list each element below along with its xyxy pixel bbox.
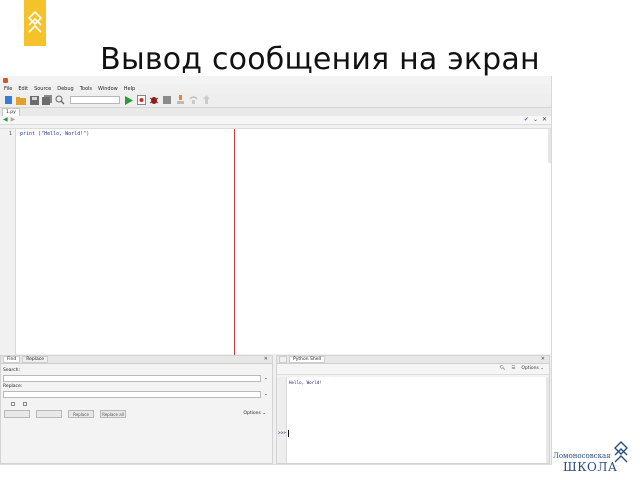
- window-titlebar: [0, 76, 551, 84]
- editor-tab[interactable]: 1.py: [2, 108, 20, 116]
- open-folder-icon[interactable]: [16, 95, 26, 105]
- shell-options-link[interactable]: Options ⌄: [521, 366, 544, 371]
- shell-controls: 🔍︎ ☰ Options ⌄: [500, 366, 544, 371]
- menu-help[interactable]: Help: [124, 86, 135, 92]
- edge-margin-line: [234, 129, 235, 355]
- step-out-icon[interactable]: [201, 95, 211, 105]
- editor-scrollbar[interactable]: [548, 129, 551, 163]
- menu-file[interactable]: File: [4, 86, 12, 92]
- corner-logo: [24, 0, 46, 46]
- replace-dropdown-icon[interactable]: ⌄: [264, 392, 268, 397]
- tab-console-left[interactable]: [279, 356, 287, 363]
- menu-window[interactable]: Window: [98, 86, 118, 92]
- app-icon: [3, 77, 8, 83]
- line-number-gutter: 1: [0, 129, 16, 355]
- console-output: Hello, World!: [289, 380, 322, 386]
- slide-title: Вывод сообщения на экран: [100, 42, 540, 77]
- forward-arrow-icon[interactable]: ▶: [11, 117, 16, 123]
- dropdown-chevron-icon[interactable]: ⌄: [533, 117, 538, 123]
- find-buttons: Replace Replace all Options ⌄: [1, 410, 272, 419]
- close-editor-icon[interactable]: ✕: [542, 117, 547, 123]
- find-previous-button[interactable]: [36, 410, 62, 418]
- tab-find[interactable]: Find: [3, 356, 21, 363]
- shell-options-label: Options: [521, 366, 539, 371]
- python-shell-console[interactable]: Hello, World! >>>: [277, 377, 549, 463]
- search-label: Search:: [3, 367, 20, 373]
- slide: Вывод сообщения на экран File Edit Sourc…: [0, 0, 640, 480]
- toolbar-search-input[interactable]: [70, 96, 120, 104]
- pin-icon[interactable]: ✔: [524, 117, 529, 123]
- save-icon[interactable]: [29, 95, 39, 105]
- option-checkbox[interactable]: [11, 402, 15, 406]
- replace-row: Replace:: [1, 382, 272, 390]
- find-pane-tabs: Find Replace ✕: [1, 356, 272, 364]
- shell-toolbar: 🔍︎ ☰ Options ⌄: [277, 364, 549, 375]
- editor-nav-row: ◀ ▶ ✔ ⌄ ✕: [0, 116, 551, 125]
- menu-tools[interactable]: Tools: [80, 86, 92, 92]
- run-file-icon[interactable]: [136, 95, 146, 105]
- search-row: Search:: [1, 366, 272, 374]
- ide-window: File Edit Source Debug Tools Window Help: [0, 76, 552, 464]
- shell-pane-tabs: Python Shell ✕: [277, 356, 549, 364]
- console-line: Hello, World!: [289, 380, 322, 385]
- console-scrollbar[interactable]: [546, 377, 549, 463]
- menu-edit[interactable]: Edit: [18, 86, 28, 92]
- find-icon[interactable]: [55, 95, 65, 105]
- school-emblem-icon: [27, 10, 43, 33]
- option-checkbox[interactable]: [23, 402, 27, 406]
- toolbar: [0, 93, 551, 108]
- search-options: [1, 400, 272, 408]
- find-options-label: Options: [243, 411, 261, 416]
- debug-bug-icon[interactable]: [149, 95, 159, 105]
- step-over-icon[interactable]: [188, 95, 198, 105]
- search-dropdown-icon[interactable]: ⌄: [264, 376, 268, 381]
- shell-pane: Python Shell ✕ 🔍︎ ☰ Options ⌄ Hello, Wor…: [276, 355, 550, 464]
- bottom-panels: Find Replace ✕ Search: ⌄ Replace: ⌄ Repl…: [0, 355, 551, 464]
- shell-list-icon[interactable]: ☰: [511, 366, 515, 371]
- brand-logo: Ломоносовская ШКОЛА: [553, 440, 631, 474]
- step-into-icon[interactable]: [175, 95, 185, 105]
- shell-search-icon[interactable]: 🔍︎: [500, 366, 506, 371]
- replace-field-row: ⌄: [1, 390, 272, 398]
- text-cursor: [288, 430, 289, 437]
- replace-button[interactable]: Replace: [68, 410, 94, 418]
- brand-name-top: Ломоносовская: [553, 452, 611, 460]
- code-editor[interactable]: 1 print ("Hello, World!"): [0, 128, 551, 355]
- shell-prompt: >>>: [278, 431, 287, 436]
- search-field-row: ⌄: [1, 374, 272, 382]
- menu-debug[interactable]: Debug: [57, 86, 73, 92]
- replace-input[interactable]: [3, 390, 261, 398]
- find-replace-pane: Find Replace ✕ Search: ⌄ Replace: ⌄ Repl…: [0, 355, 273, 464]
- menubar: File Edit Source Debug Tools Window Help: [0, 84, 551, 93]
- run-icon[interactable]: [123, 95, 133, 105]
- stop-icon[interactable]: [162, 95, 172, 105]
- shell-pane-close-icon[interactable]: ✕: [541, 356, 545, 362]
- tab-python-shell[interactable]: Python Shell: [289, 356, 326, 363]
- code-line[interactable]: print ("Hello, World!"): [20, 131, 89, 137]
- brand-name-main: ШКОЛА: [563, 460, 618, 474]
- search-input[interactable]: [3, 374, 261, 382]
- back-arrow-icon[interactable]: ◀: [3, 117, 8, 123]
- save-all-icon[interactable]: [42, 95, 52, 105]
- menu-source[interactable]: Source: [34, 86, 51, 92]
- console-gutter: [277, 377, 287, 463]
- replace-label: Replace:: [3, 383, 23, 389]
- find-options-link[interactable]: Options ⌄: [243, 411, 266, 416]
- find-pane-close-icon[interactable]: ✕: [264, 356, 268, 362]
- replace-all-button[interactable]: Replace all: [100, 410, 126, 418]
- tab-replace[interactable]: Replace: [22, 356, 49, 363]
- editor-tabbar: 1.py: [0, 108, 551, 116]
- footer-divider: [0, 464, 552, 465]
- line-number: 1: [8, 131, 12, 137]
- new-file-icon[interactable]: [3, 95, 13, 105]
- find-next-button[interactable]: [4, 410, 30, 418]
